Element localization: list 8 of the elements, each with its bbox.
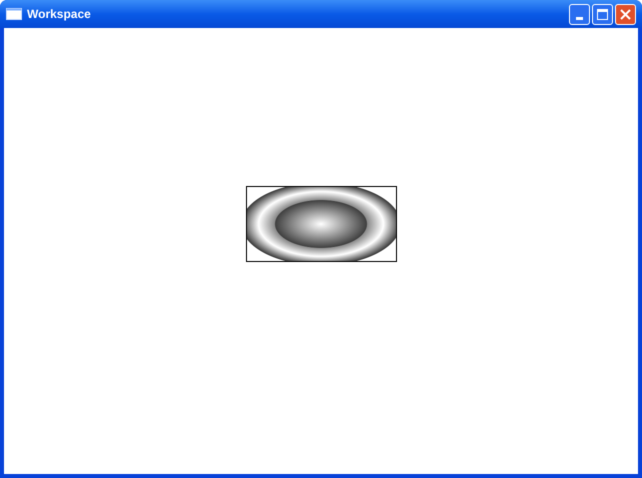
- close-button[interactable]: [615, 4, 636, 24]
- close-icon: [620, 8, 631, 20]
- maximize-icon: [597, 8, 608, 20]
- window-icon: [6, 8, 22, 20]
- minimize-button[interactable]: [569, 4, 590, 24]
- window-title: Workspace: [27, 6, 91, 23]
- maximize-button[interactable]: [592, 4, 613, 24]
- minimize-icon: [576, 16, 583, 20]
